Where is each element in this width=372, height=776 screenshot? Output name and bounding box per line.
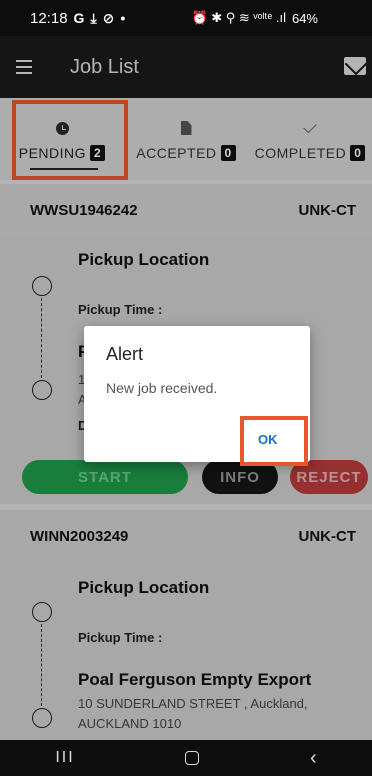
system-icons: ⏰ ✱ ⚲ ≋ ᵛᵒˡᵗᵉ .ıl <box>191 10 286 25</box>
battery-level: 64% <box>291 10 318 26</box>
back-icon[interactable]: ‹ <box>310 747 317 770</box>
home-icon[interactable] <box>185 751 200 765</box>
status-bar: 12:18 G ⤓ ⊘ • ⏰ ✱ ⚲ ≋ ᵛᵒˡᵗᵉ .ıl 64% <box>0 0 372 36</box>
download-icon: ⤓ <box>90 9 97 26</box>
system-nav-bar: III ‹ <box>0 740 372 776</box>
highlight-box-ok-button <box>240 416 308 466</box>
recents-icon[interactable]: III <box>55 749 74 767</box>
status-right: ⏰ ✱ ⚲ ≋ ᵛᵒˡᵗᵉ .ıl 64% <box>191 10 318 26</box>
messenger-icon: ⊘ <box>102 9 115 26</box>
google-icon: G <box>73 10 85 26</box>
dot-icon: • <box>120 10 126 26</box>
status-time: 12:18 <box>30 9 68 27</box>
dialog-title: Alert <box>106 344 144 364</box>
status-left: 12:18 G ⤓ ⊘ • <box>30 10 125 27</box>
dialog-message: New job received. <box>106 380 218 396</box>
